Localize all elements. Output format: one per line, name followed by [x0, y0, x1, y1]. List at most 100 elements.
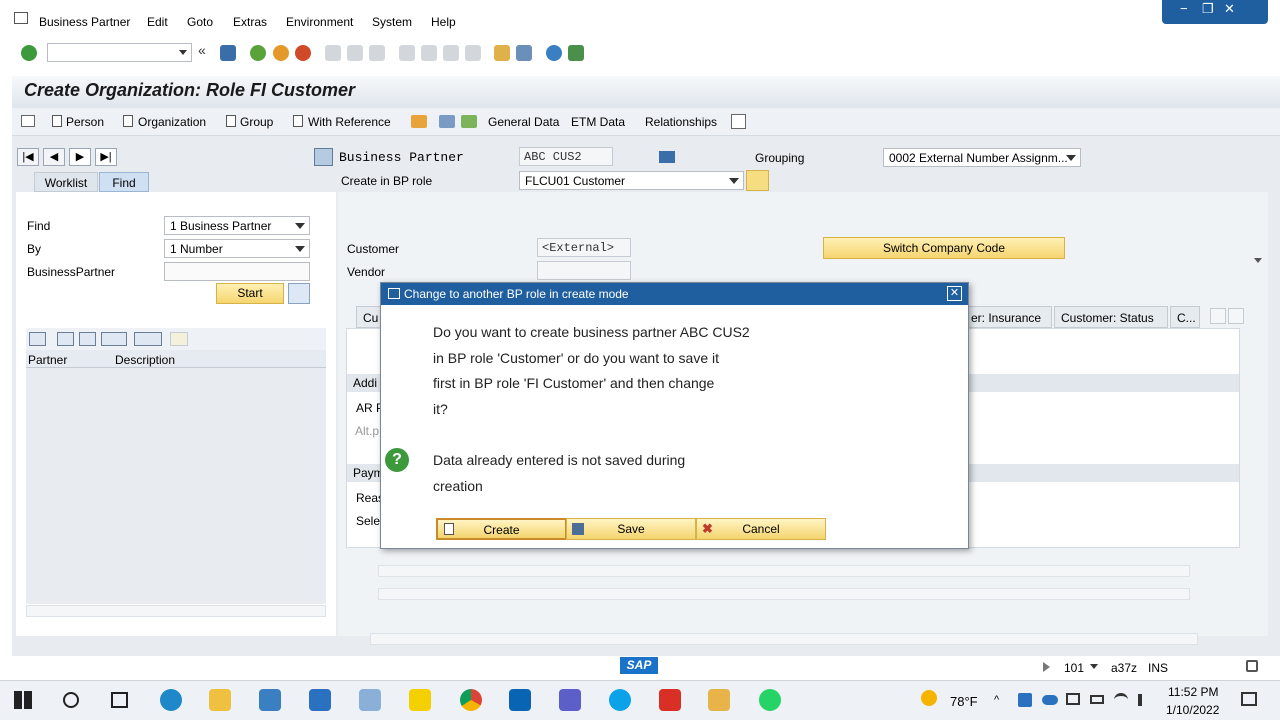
tab-worklist[interactable]: Worklist [34, 172, 98, 192]
skype-icon[interactable] [609, 689, 631, 711]
restore-icon[interactable]: ❐ [1202, 1, 1214, 17]
group-button[interactable]: Group [240, 115, 273, 129]
lock-icon[interactable] [1246, 660, 1258, 672]
help-icon[interactable] [546, 45, 562, 61]
detail-hscrollbar-1[interactable] [378, 565, 1190, 577]
layout-icon[interactable] [568, 45, 584, 61]
open-folder-icon[interactable] [411, 115, 427, 128]
store-icon[interactable] [259, 689, 281, 711]
find-select[interactable]: 1 Business Partner [164, 216, 310, 235]
grouping-select[interactable]: 0002 External Number Assignm... [883, 148, 1081, 167]
input-mode[interactable]: INS [1148, 661, 1168, 675]
menu-business-partner[interactable]: Business Partner [39, 15, 130, 29]
find-next-icon[interactable] [79, 332, 96, 346]
bp-role-select[interactable]: FLCU01 Customer [519, 171, 744, 190]
menu-edit[interactable]: Edit [147, 15, 168, 29]
tab-more[interactable]: C... [1170, 306, 1200, 328]
previous-record-button[interactable]: ◀ [43, 148, 65, 166]
filter-icon[interactable] [101, 332, 127, 346]
tab-customer-insurance[interactable]: er: Insurance [964, 306, 1052, 328]
mail-icon[interactable] [309, 689, 331, 711]
save-icon[interactable] [220, 45, 236, 61]
detail-hscrollbar-3[interactable] [370, 633, 1198, 645]
relationships-button[interactable]: Relationships [645, 115, 717, 129]
next-record-button[interactable]: ▶ [69, 148, 91, 166]
clock-date[interactable]: 1/10/2022 [1166, 703, 1219, 717]
defender-icon[interactable] [1018, 693, 1032, 707]
tab-left-icon[interactable] [1210, 308, 1226, 324]
description-column-header[interactable]: Description [115, 353, 175, 367]
bp-search-input[interactable] [164, 262, 310, 281]
vendor-field[interactable] [537, 261, 631, 280]
person-button[interactable]: Person [66, 115, 104, 129]
notification-icon[interactable] [1241, 692, 1257, 706]
battery-icon[interactable] [1090, 695, 1104, 704]
general-data-button[interactable]: General Data [488, 115, 559, 129]
menu-icon[interactable] [14, 12, 28, 24]
detail-hscrollbar-2[interactable] [378, 588, 1190, 600]
edit-toggle-icon[interactable] [439, 115, 455, 128]
whatsapp-icon[interactable] [759, 689, 781, 711]
clock-time[interactable]: 11:52 PM [1168, 685, 1218, 699]
minimize-icon[interactable]: − [1180, 1, 1188, 16]
with-reference-button[interactable]: With Reference [308, 115, 391, 129]
client-indicator[interactable]: 101 [1064, 661, 1084, 675]
tray-chevron-icon[interactable]: ^ [994, 694, 999, 706]
volume-icon[interactable] [1138, 694, 1150, 706]
menu-extras[interactable]: Extras [233, 15, 267, 29]
status-play-icon[interactable] [1043, 662, 1050, 672]
wifi-icon[interactable] [1114, 693, 1128, 707]
enter-check-icon[interactable] [21, 45, 37, 61]
teams-icon[interactable] [559, 689, 581, 711]
file-explorer-icon[interactable] [209, 689, 231, 711]
acrobat-icon[interactable] [659, 689, 681, 711]
windows-start-icon[interactable] [14, 691, 32, 709]
new-session-icon[interactable] [494, 45, 510, 61]
save-button[interactable]: Save [566, 518, 696, 540]
menu-help[interactable]: Help [431, 15, 456, 29]
trash-icon[interactable] [288, 283, 310, 304]
chevron-down-icon[interactable] [1090, 664, 1098, 669]
cancel-button[interactable]: ✖ Cancel [696, 518, 826, 540]
exit-icon[interactable] [273, 45, 289, 61]
tab-customer-status[interactable]: Customer: Status [1054, 306, 1168, 328]
change-display-icon[interactable] [461, 115, 477, 128]
back-icon[interactable] [250, 45, 266, 61]
chevron-down-icon[interactable] [179, 50, 187, 55]
sticky-notes-icon[interactable] [409, 689, 431, 711]
left-hscrollbar[interactable] [26, 605, 326, 617]
edge-icon[interactable] [160, 689, 182, 711]
factory-icon[interactable] [659, 151, 675, 163]
collapse-icon[interactable]: « [198, 42, 214, 58]
task-view-icon[interactable] [111, 692, 128, 708]
cancel-icon[interactable] [295, 45, 311, 61]
role-search-icon[interactable] [746, 170, 769, 191]
tab-find[interactable]: Find [99, 172, 149, 192]
weather-temp[interactable]: 78°F [950, 694, 978, 709]
switch-company-code-button[interactable]: Switch Company Code [823, 237, 1065, 259]
layout-icon[interactable] [134, 332, 162, 346]
shortcut-icon[interactable] [516, 45, 532, 61]
weather-moon-icon[interactable] [921, 690, 937, 706]
close-detail-icon[interactable] [314, 148, 333, 166]
etm-data-button[interactable]: ETM Data [571, 115, 625, 129]
bp-number-field[interactable]: ABC CUS2 [519, 147, 613, 166]
partner-column-header[interactable]: Partner [28, 353, 67, 367]
customer-field[interactable]: <External> [537, 238, 631, 257]
notes-icon[interactable] [359, 689, 381, 711]
onedrive-icon[interactable] [1042, 695, 1058, 705]
tab-right-icon[interactable] [1228, 308, 1244, 324]
details-icon[interactable] [29, 332, 46, 346]
close-icon[interactable]: ✕ [1224, 1, 1235, 17]
chrome-icon[interactable] [460, 689, 482, 711]
hierarchy-icon[interactable] [731, 114, 746, 129]
search-icon[interactable] [63, 692, 79, 708]
command-field[interactable] [47, 43, 192, 62]
create-button[interactable]: Create [436, 518, 567, 540]
find-icon[interactable] [57, 332, 74, 346]
display-icon[interactable] [1066, 693, 1080, 705]
sap-logon-icon[interactable] [708, 689, 730, 711]
toggle-locator-icon[interactable] [21, 115, 35, 127]
organization-button[interactable]: Organization [138, 115, 206, 129]
by-select[interactable]: 1 Number [164, 239, 310, 258]
